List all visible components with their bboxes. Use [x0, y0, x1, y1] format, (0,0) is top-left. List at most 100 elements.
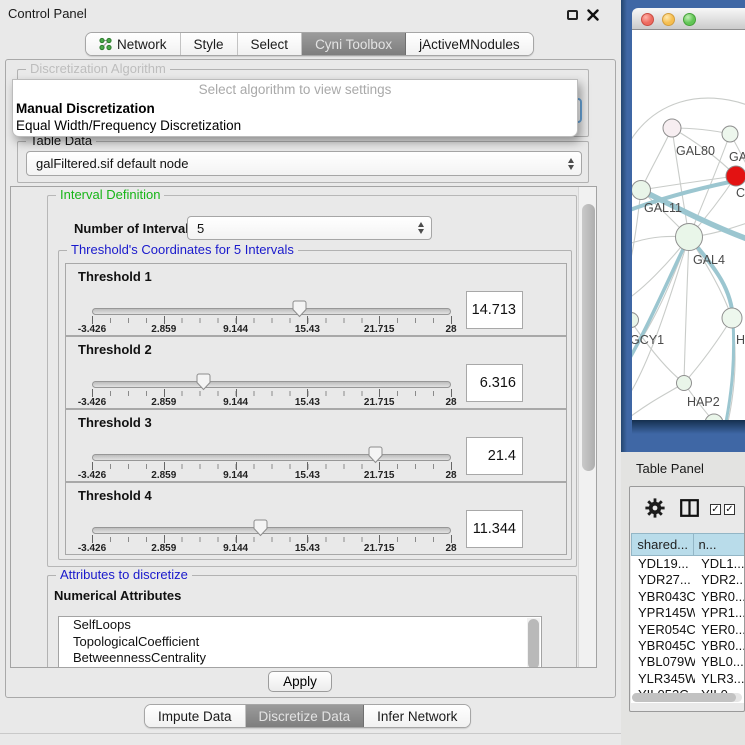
- network-graph: GAL80GAGAL11CGAL4GCY1HHAP2: [632, 30, 745, 420]
- network-canvas[interactable]: GAL80GAGAL11CGAL4GCY1HHAP2: [632, 30, 745, 420]
- network-node[interactable]: [632, 313, 639, 328]
- slider-track[interactable]: [92, 527, 451, 534]
- algorithm-option[interactable]: Equal Width/Frequency Discretization: [13, 117, 577, 134]
- scale-label: 9.144: [223, 397, 248, 408]
- tab-select[interactable]: Select: [238, 33, 303, 55]
- main-scrollbar-thumb[interactable]: [582, 204, 595, 471]
- tab-network[interactable]: Network: [86, 33, 181, 55]
- tab-impute-data[interactable]: Impute Data: [145, 705, 246, 727]
- network-node[interactable]: [722, 308, 742, 328]
- tab-discretize-data[interactable]: Discretize Data: [246, 705, 365, 727]
- slider-track[interactable]: [92, 381, 451, 388]
- threshold-label: Threshold 2: [78, 342, 152, 357]
- column-header[interactable]: shared...: [631, 533, 694, 556]
- scale-label: 15.43: [295, 324, 320, 335]
- table-row[interactable]: YDL19...YDL1...: [631, 556, 745, 572]
- table-data-value: galFiltered.sif default node: [36, 156, 188, 171]
- table-panel: ✓ ✓ shared...n... YDL19...YDL1...YDR27..…: [629, 486, 745, 712]
- scale-label: 28: [445, 470, 456, 481]
- traffic-light-zoom-icon[interactable]: [683, 13, 696, 26]
- network-node[interactable]: [676, 224, 703, 251]
- group-title: Attributes to discretize: [56, 567, 192, 582]
- scale-label: 2.859: [151, 470, 176, 481]
- threshold-value-field[interactable]: 6.316: [466, 364, 523, 402]
- cell-name: YDL1...: [695, 556, 745, 572]
- cell-name: YER0...: [695, 622, 745, 638]
- network-node[interactable]: [726, 166, 745, 186]
- node-label: HAP2: [687, 395, 720, 409]
- slider-track[interactable]: [92, 454, 451, 461]
- tab-style[interactable]: Style: [181, 33, 238, 55]
- checkbox-icon[interactable]: ✓: [724, 504, 735, 515]
- num-intervals-value: 5: [197, 221, 204, 236]
- network-window-titlebar[interactable]: [632, 8, 745, 30]
- attributes-group: Attributes to discretize Numerical Attri…: [47, 575, 577, 668]
- slider-thumb[interactable]: [368, 446, 383, 467]
- list-scrollbar[interactable]: [527, 618, 540, 668]
- node-table: shared...n... YDL19...YDL1...YDR27...YDR…: [631, 533, 745, 703]
- table-row[interactable]: YBR043CYBR0...: [631, 589, 745, 605]
- table-row[interactable]: YPR145WYPR1...: [631, 605, 745, 621]
- attribute-item[interactable]: BetweennessCentrality: [59, 650, 541, 667]
- tab-infer-network[interactable]: Infer Network: [364, 705, 470, 727]
- float-window-icon[interactable]: [567, 10, 578, 20]
- network-node[interactable]: [677, 376, 692, 391]
- apply-button[interactable]: Apply: [268, 671, 332, 692]
- num-intervals-combo[interactable]: 5: [187, 216, 432, 240]
- threshold-panel: Threshold 3-3.4262.8599.14415.4321.71528…: [65, 409, 567, 482]
- checkbox-icon[interactable]: ✓: [710, 504, 721, 515]
- scale-label: 2.859: [151, 324, 176, 335]
- table-hscrollbar[interactable]: [632, 693, 742, 702]
- slider-track[interactable]: [92, 308, 451, 315]
- close-icon[interactable]: [587, 9, 599, 21]
- threshold-panel: Threshold 4-3.4262.8599.14415.4321.71528…: [65, 482, 567, 555]
- table-row[interactable]: YLR345WYLR3...: [631, 671, 745, 687]
- slider-thumb[interactable]: [253, 519, 268, 540]
- table-row[interactable]: YER054CYER0...: [631, 622, 745, 638]
- table-data-combo[interactable]: galFiltered.sif default node: [26, 151, 582, 176]
- cell-shared-name: YBR045C: [631, 638, 695, 654]
- attribute-item[interactable]: TopologicalCoefficient: [59, 634, 541, 651]
- network-node[interactable]: [722, 126, 738, 142]
- threshold-value-field[interactable]: 21.4: [466, 437, 523, 475]
- scale-label: 9.144: [223, 543, 248, 554]
- attribute-list[interactable]: SelfLoopsTopologicalCoefficientBetweenne…: [58, 616, 542, 668]
- traffic-light-close-icon[interactable]: [641, 13, 654, 26]
- main-scrollbar[interactable]: [578, 187, 597, 668]
- combo-stepper-icon: [568, 152, 574, 175]
- table-row[interactable]: YBR045CYBR0...: [631, 638, 745, 654]
- cell-shared-name: YLR345W: [631, 671, 695, 687]
- scale-label: 2.859: [151, 397, 176, 408]
- right-side: GAL80GAGAL11CGAL4GCY1HHAP2 Table Panel: [621, 0, 745, 745]
- column-header[interactable]: n...: [694, 533, 745, 556]
- gear-icon[interactable]: [645, 498, 665, 518]
- scale-label: -3.426: [78, 543, 106, 554]
- slider-thumb[interactable]: [196, 373, 211, 394]
- node-label: C: [736, 186, 745, 200]
- table-row[interactable]: YDR27...YDR2...: [631, 572, 745, 588]
- scale-label: 28: [445, 543, 456, 554]
- attribute-item[interactable]: SelfLoops: [59, 617, 541, 634]
- column-selector-icon[interactable]: [680, 499, 699, 517]
- tab-jactivemnodules[interactable]: jActiveMNodules: [406, 33, 533, 55]
- threshold-value-field[interactable]: 11.344: [466, 510, 523, 548]
- network-node[interactable]: [632, 181, 651, 200]
- table-data-group: Table Data galFiltered.sif default node: [17, 141, 589, 183]
- desktop-background: GAL80GAGAL11CGAL4GCY1HHAP2: [621, 0, 745, 452]
- group-title: Interval Definition: [56, 187, 164, 202]
- node-label: GA: [729, 150, 745, 164]
- table-panel-title: Table Panel: [636, 461, 704, 476]
- threshold-value-field[interactable]: 14.713: [466, 291, 523, 329]
- scale-label: 21.715: [364, 324, 395, 335]
- algorithm-option[interactable]: Manual Discretization: [13, 100, 577, 117]
- thresholds-group: Threshold's Coordinates for 5 Intervals …: [58, 250, 572, 560]
- table-row[interactable]: YBL079WYBL0...: [631, 654, 745, 670]
- scale-label: 28: [445, 324, 456, 335]
- tab-label: Cyni Toolbox: [315, 37, 392, 52]
- cell-name: YBR0...: [695, 589, 745, 605]
- network-node[interactable]: [663, 119, 681, 137]
- tab-cyni-toolbox[interactable]: Cyni Toolbox: [302, 33, 406, 55]
- network-edge-highlighted: [726, 320, 734, 420]
- traffic-light-minimize-icon[interactable]: [662, 13, 675, 26]
- slider-thumb[interactable]: [292, 300, 307, 321]
